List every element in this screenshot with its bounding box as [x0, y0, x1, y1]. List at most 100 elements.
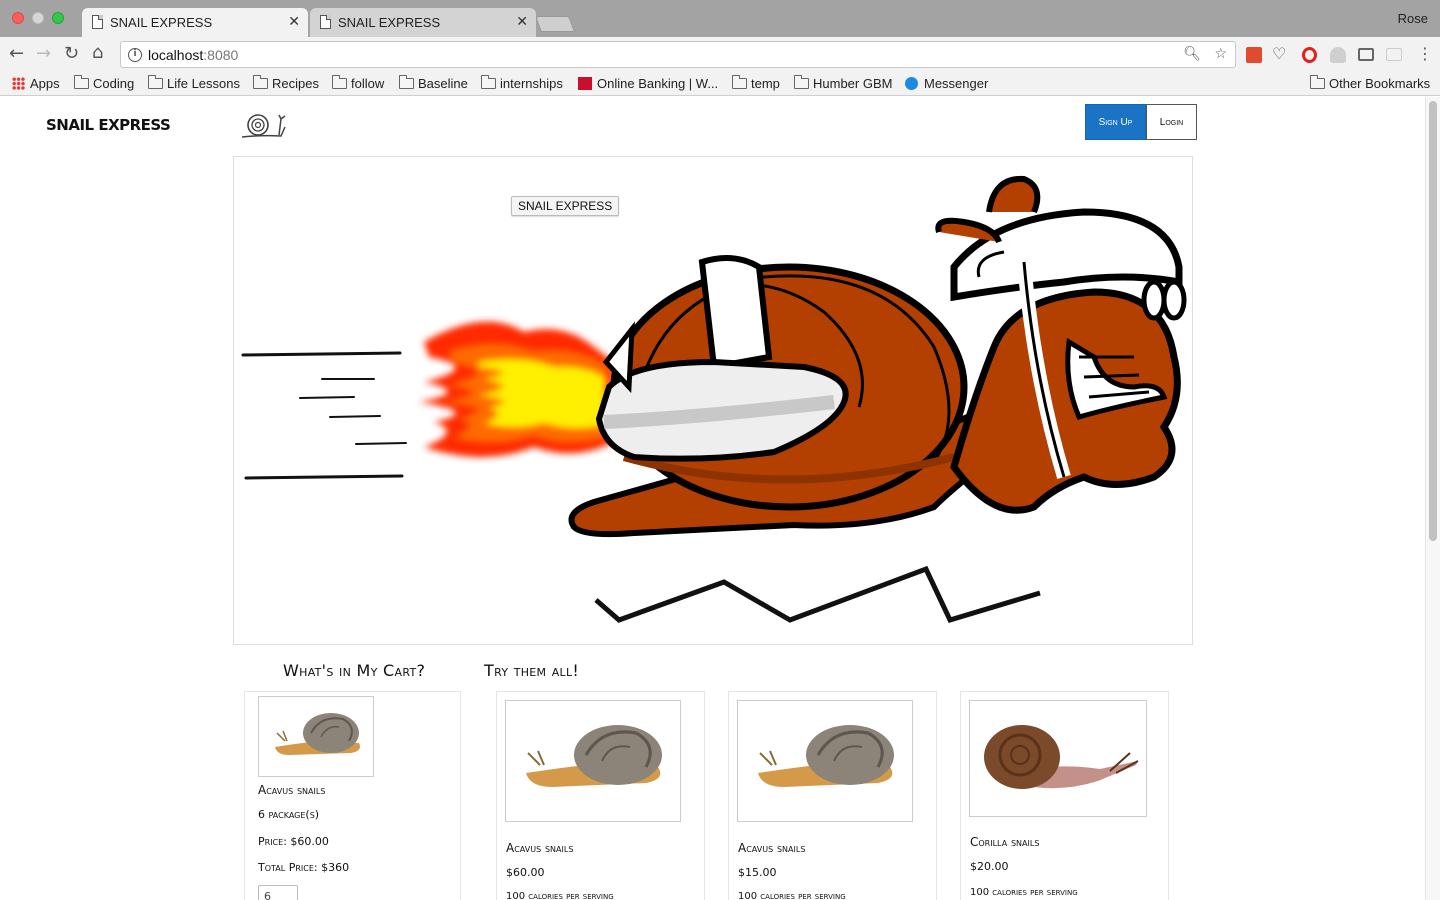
catalog-title: Try them all!: [484, 661, 580, 680]
cart-title: What's in My Cart?: [283, 661, 426, 680]
hero-banner: SNAIL EXPRESS: [233, 156, 1193, 645]
product-image[interactable]: [505, 700, 681, 822]
bookmark-follow[interactable]: follow: [332, 75, 384, 91]
product-card[interactable]: Acavus snails $15.00 100 calories per se…: [728, 691, 937, 900]
folder-icon: [253, 75, 268, 89]
folder-icon: [1310, 75, 1325, 89]
messenger-icon: [905, 77, 918, 90]
snail-photo-icon: [984, 725, 1139, 789]
folder-icon: [399, 75, 414, 89]
tab-title: SNAIL EXPRESS: [110, 15, 213, 30]
cast-icon[interactable]: [1358, 48, 1374, 61]
product-calories: 100 calories per serving: [506, 891, 614, 900]
product-calories: 100 calories per serving: [970, 887, 1078, 898]
snail-logo-icon[interactable]: [241, 113, 287, 139]
product-calories: 100 calories per serving: [738, 891, 846, 900]
bookmark-coding[interactable]: Coding: [74, 75, 134, 91]
browser-tab-2[interactable]: SNAIL EXPRESS ✕: [310, 8, 536, 37]
forward-arrow-icon[interactable]: →: [36, 43, 51, 64]
menu-icon[interactable]: ⋮: [1417, 44, 1433, 63]
scrollbar-thumb[interactable]: [1429, 101, 1437, 541]
snail-photo-icon: [758, 725, 894, 787]
tab-title: SNAIL EXPRESS: [338, 15, 441, 30]
reload-icon[interactable]: ↻: [64, 43, 79, 64]
close-window-button[interactable]: [12, 12, 24, 24]
speed-lines: [241, 351, 407, 480]
folder-icon: [148, 75, 163, 89]
bookmark-life-lessons[interactable]: Life Lessons: [148, 75, 240, 91]
cart-item-packages: 6 package(s): [258, 808, 320, 821]
home-icon[interactable]: ⌂: [92, 42, 103, 63]
info-icon[interactable]: i: [128, 48, 142, 62]
rocket-snail-illustration: [241, 175, 1187, 624]
cart-item-total: Total Price: $360: [258, 861, 350, 874]
product-image[interactable]: [969, 700, 1147, 817]
product-image[interactable]: [737, 700, 913, 822]
page-scrollbar[interactable]: [1425, 97, 1440, 900]
product-price: $20.00: [970, 860, 1009, 873]
back-arrow-icon[interactable]: ←: [9, 43, 24, 64]
login-button[interactable]: Login: [1146, 104, 1197, 140]
cart-item-price: Price: $60.00: [258, 835, 329, 848]
ground-zigzag: [594, 565, 1041, 624]
snail-photo-icon: [526, 725, 662, 787]
bookmark-baseline[interactable]: Baseline: [399, 75, 468, 91]
folder-icon: [481, 75, 496, 89]
sign-up-button[interactable]: Sign Up: [1085, 104, 1146, 140]
product-price: $15.00: [738, 866, 777, 879]
product-name: Acavus snails: [506, 841, 574, 855]
page-content: SNAIL EXPRESS Sign Up Login SNAIL EXPRES…: [0, 97, 1425, 900]
product-card[interactable]: Corilla snails $20.00 100 calories per s…: [960, 691, 1169, 900]
folder-icon: [74, 75, 89, 89]
folder-icon: [332, 75, 347, 89]
cart-item-image: [258, 696, 374, 777]
goggle-lens: [1161, 279, 1187, 321]
close-icon[interactable]: ✕: [288, 13, 300, 30]
apps-grid-icon: [12, 77, 25, 90]
product-card[interactable]: Acavus snails $60.00 100 calories per se…: [496, 691, 705, 900]
bookmark-apps[interactable]: Apps: [12, 76, 60, 91]
cart-item-name: Acavus snails: [258, 783, 326, 797]
folder-icon: [794, 75, 809, 89]
browser-tab-1[interactable]: SNAIL EXPRESS ✕: [82, 8, 308, 37]
page-icon: [320, 15, 331, 29]
bookmark-temp[interactable]: temp: [732, 75, 780, 91]
drive-icon[interactable]: [1330, 47, 1346, 63]
cart-item-card: Acavus snails 6 package(s) Price: $60.00…: [244, 691, 461, 900]
quantity-input[interactable]: 6: [258, 885, 298, 900]
brand-name[interactable]: SNAIL EXPRESS: [46, 116, 171, 134]
bookmark-internships[interactable]: internships: [481, 75, 563, 91]
profile-name[interactable]: Rose: [1398, 11, 1428, 26]
page-icon: [92, 15, 103, 29]
product-name: Acavus snails: [738, 841, 806, 855]
star-icon[interactable]: ☆: [1214, 46, 1227, 62]
url-text[interactable]: localhost:8080: [148, 47, 238, 63]
product-name: Corilla snails: [970, 835, 1040, 849]
bookmarks-bar: Apps Coding Life Lessons Recipes follow …: [0, 72, 1440, 96]
minimize-window-button[interactable]: [32, 12, 44, 24]
maximize-window-button[interactable]: [52, 12, 64, 24]
product-price: $60.00: [506, 866, 545, 879]
browser-titlebar: SNAIL EXPRESS ✕ SNAIL EXPRESS ✕ Rose: [0, 0, 1440, 37]
goggle-lens: [1141, 279, 1167, 321]
heart-icon[interactable]: ♡: [1272, 44, 1286, 63]
extension-icon[interactable]: [1386, 48, 1402, 61]
bookmark-online-banking[interactable]: Online Banking | W...: [578, 76, 718, 91]
bookmark-other[interactable]: Other Bookmarks: [1310, 75, 1430, 91]
aviator-helmet: [950, 208, 1183, 302]
close-icon[interactable]: ✕: [516, 13, 528, 30]
rocket-flame: [419, 321, 614, 457]
browser-toolbar: ← → ↻ ⌂ i localhost:8080 🔍︎ ☆ ♡ ⋮: [0, 37, 1440, 72]
extension-bookmark-icon[interactable]: [1246, 47, 1262, 63]
bookmark-humber-gbm[interactable]: Humber GBM: [794, 75, 892, 91]
opera-icon[interactable]: [1302, 47, 1317, 63]
address-bar[interactable]: i localhost:8080 🔍︎ ☆: [120, 41, 1236, 68]
folder-icon: [732, 75, 747, 89]
zoom-icon[interactable]: 🔍︎: [1183, 46, 1201, 62]
bank-icon: [578, 77, 592, 90]
hero-badge[interactable]: SNAIL EXPRESS: [511, 196, 620, 216]
snail-photo-icon: [275, 713, 360, 755]
bookmark-recipes[interactable]: Recipes: [253, 75, 319, 91]
bookmark-messenger[interactable]: Messenger: [905, 76, 988, 91]
new-tab-button[interactable]: [535, 16, 575, 32]
